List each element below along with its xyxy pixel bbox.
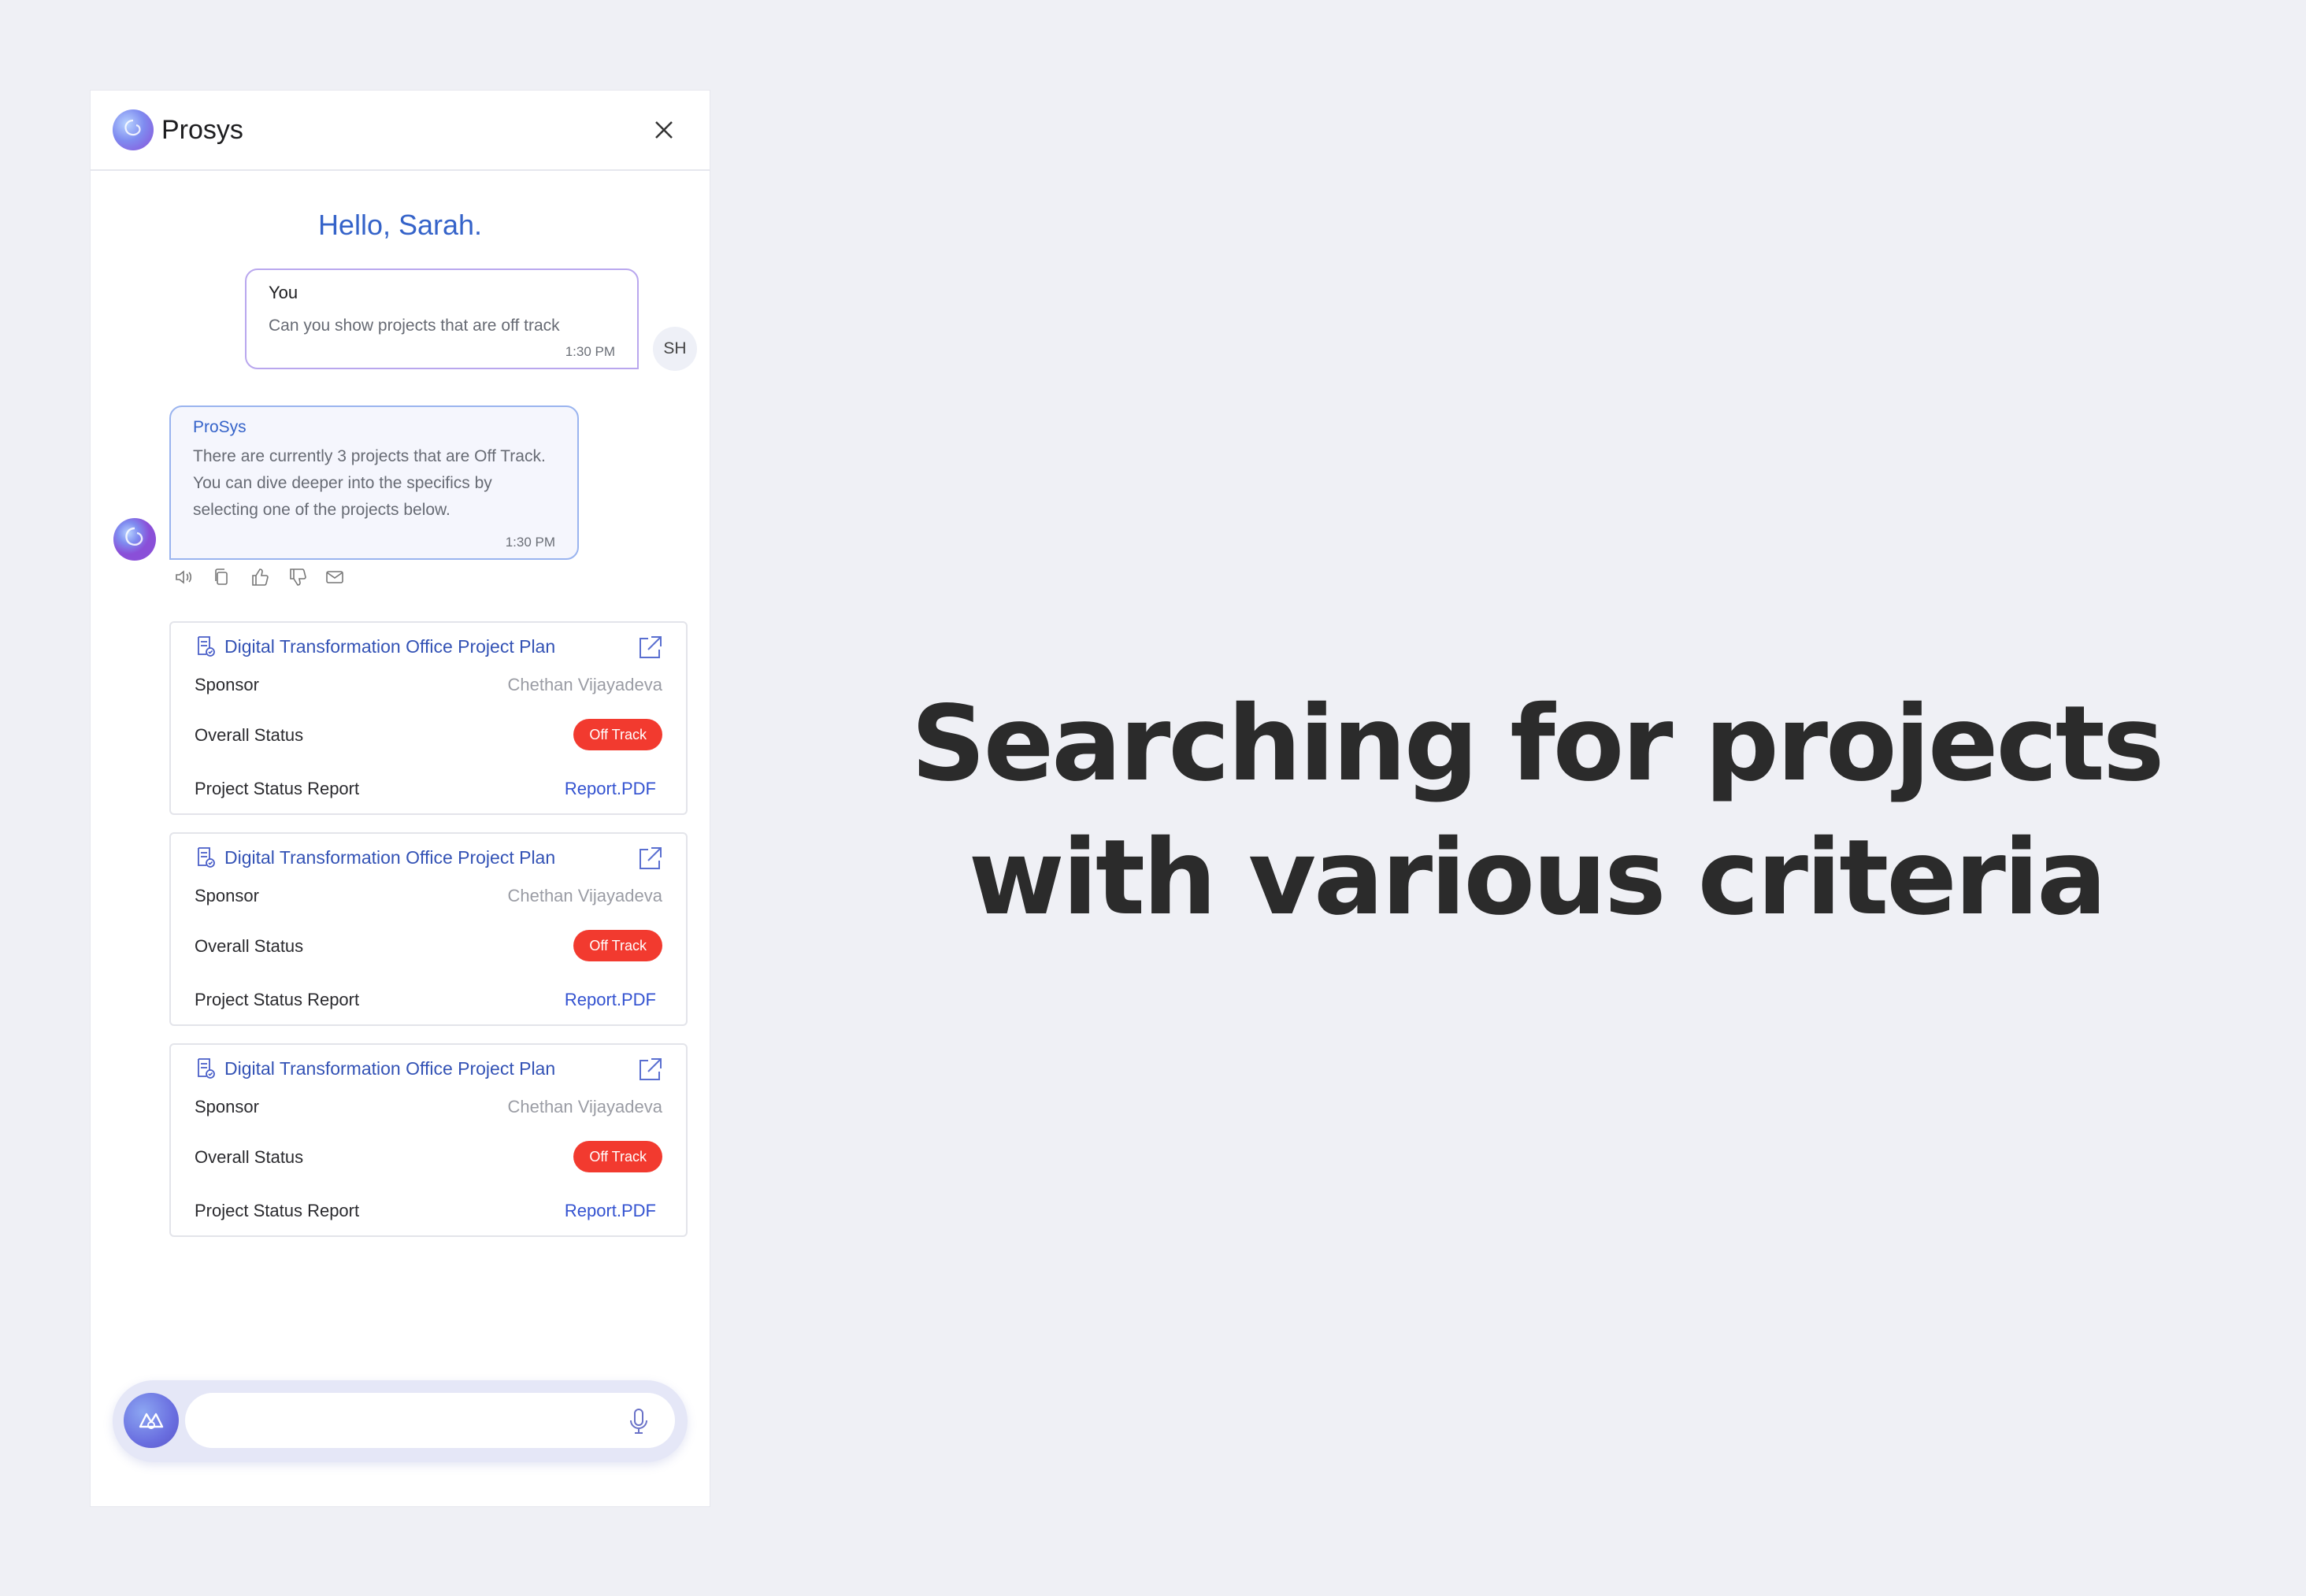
- external-link-icon[interactable]: [636, 1056, 664, 1084]
- message-text: There are currently 3 projects that are …: [193, 447, 546, 519]
- prosys-logo-icon: [113, 109, 154, 150]
- sponsor-label: Sponsor: [195, 886, 259, 905]
- external-link-icon[interactable]: [636, 845, 664, 873]
- promo-headline: Searching for projects with various crit…: [895, 677, 2178, 945]
- project-card[interactable]: Digital Transformation Office Project Pl…: [169, 1043, 688, 1237]
- project-title[interactable]: Digital Transformation Office Project Pl…: [224, 1058, 555, 1079]
- card-title-row: Digital Transformation Office Project Pl…: [193, 634, 555, 659]
- report-label: Project Status Report: [195, 1201, 360, 1220]
- external-link-icon[interactable]: [636, 634, 664, 662]
- message-composer: [113, 1380, 688, 1462]
- copy-icon[interactable]: [210, 566, 232, 588]
- assistant-logo-icon[interactable]: [124, 1393, 179, 1448]
- sponsor-value: Chethan Vijayadeva: [507, 675, 662, 694]
- sponsor-label: Sponsor: [195, 1097, 259, 1116]
- microphone-icon[interactable]: [623, 1405, 654, 1437]
- document-check-icon: [198, 636, 215, 657]
- greeting: Hello, Sarah.: [317, 209, 483, 241]
- message-sender: You: [269, 283, 298, 302]
- report-link[interactable]: Report.PDF: [565, 990, 656, 1010]
- card-title-row: Digital Transformation Office Project Pl…: [193, 1056, 555, 1081]
- report-label: Project Status Report: [195, 990, 360, 1009]
- document-check-icon: [198, 1058, 215, 1079]
- sponsor-label: Sponsor: [195, 675, 259, 694]
- sponsor-value: Chethan Vijayadeva: [507, 886, 662, 905]
- message-actions: [172, 566, 346, 588]
- status-badge: Off Track: [573, 1141, 662, 1172]
- message-time: 1:30 PM: [505, 535, 555, 550]
- thumbs-down-icon[interactable]: [286, 566, 308, 588]
- project-title[interactable]: Digital Transformation Office Project Pl…: [224, 636, 555, 657]
- report-link[interactable]: Report.PDF: [565, 1201, 656, 1221]
- message-time: 1:30 PM: [565, 344, 615, 359]
- app-title: Prosys: [161, 114, 243, 145]
- report-label: Project Status Report: [195, 779, 360, 798]
- card-title-row: Digital Transformation Office Project Pl…: [193, 845, 555, 870]
- headline-line-1: Searching for projects: [910, 683, 2165, 805]
- message-text: Can you show projects that are off track: [269, 317, 560, 335]
- status-label: Overall Status: [195, 725, 304, 745]
- message-input[interactable]: [185, 1393, 675, 1448]
- chat-panel: Prosys Hello, Sarah. You Can you show pr…: [90, 90, 710, 1507]
- bot-avatar-icon: [113, 518, 156, 561]
- status-label: Overall Status: [195, 1147, 304, 1167]
- headline-line-2: with various criteria: [968, 817, 2108, 939]
- message-sender: ProSys: [193, 418, 247, 436]
- thumbs-up-icon[interactable]: [248, 566, 270, 588]
- project-card[interactable]: Digital Transformation Office Project Pl…: [169, 832, 688, 1026]
- user-message-bubble: You Can you show projects that are off t…: [245, 268, 639, 369]
- panel-header: Prosys: [91, 91, 710, 171]
- project-title[interactable]: Digital Transformation Office Project Pl…: [224, 847, 555, 868]
- close-icon[interactable]: [648, 114, 680, 146]
- mail-icon[interactable]: [324, 566, 346, 588]
- document-check-icon: [198, 847, 215, 868]
- status-label: Overall Status: [195, 936, 304, 956]
- bot-message-bubble: ProSys There are currently 3 projects th…: [169, 405, 579, 560]
- report-link[interactable]: Report.PDF: [565, 779, 656, 799]
- speaker-icon[interactable]: [172, 566, 195, 588]
- project-card[interactable]: Digital Transformation Office Project Pl…: [169, 621, 688, 815]
- sponsor-value: Chethan Vijayadeva: [507, 1097, 662, 1116]
- user-avatar: SH: [653, 327, 697, 371]
- status-badge: Off Track: [573, 719, 662, 750]
- status-badge: Off Track: [573, 930, 662, 961]
